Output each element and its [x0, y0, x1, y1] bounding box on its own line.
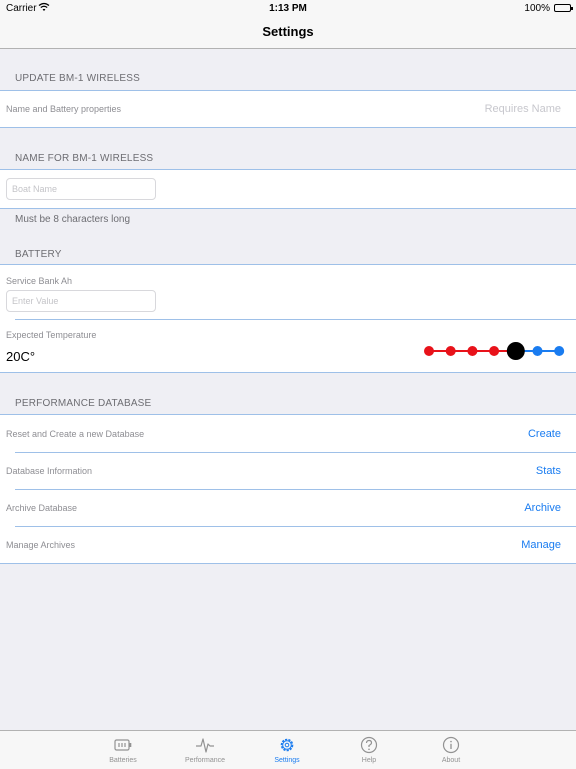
- database-information-row: Database Information Stats: [0, 452, 576, 489]
- battery-percent: 100%: [524, 3, 550, 14]
- status-bar: Carrier 1:13 PM 100%: [0, 0, 576, 18]
- battery-icon: [114, 739, 132, 751]
- requires-name-value: Requires Name: [484, 103, 561, 115]
- tab-performance-label: Performance: [184, 757, 226, 764]
- archive-database-row: Archive Database Archive: [0, 489, 576, 526]
- name-group: [0, 169, 576, 209]
- manage-archives-label: Manage Archives: [6, 540, 76, 550]
- tab-help-label: Help: [361, 757, 377, 764]
- slider-step-dot[interactable]: [424, 346, 434, 356]
- tab-batteries-label: Batteries: [109, 757, 137, 764]
- stats-button[interactable]: Stats: [536, 465, 561, 477]
- update-group: Name and Battery properties Requires Nam…: [0, 90, 576, 128]
- database-information-label: Database Information: [6, 466, 93, 476]
- status-time: 1:13 PM: [269, 3, 307, 14]
- service-bank-label: Service Bank Ah: [6, 276, 73, 286]
- page-title: Settings: [262, 24, 314, 39]
- service-bank-row: Service Bank Ah: [0, 265, 576, 319]
- tab-help[interactable]: Help: [328, 731, 410, 769]
- archive-button[interactable]: Archive: [524, 502, 561, 514]
- section-header-name: NAME FOR BM-1 WIRELESS: [15, 153, 154, 164]
- boat-name-input[interactable]: [6, 178, 156, 200]
- slider-step-dot[interactable]: [467, 346, 478, 356]
- name-length-note: Must be 8 characters long: [15, 214, 131, 225]
- slider-step-dot[interactable]: [554, 346, 565, 356]
- info-icon: [442, 736, 460, 754]
- pulse-icon: [196, 738, 214, 753]
- performance-group: Reset and Create a new Database Create D…: [0, 414, 576, 564]
- manage-archives-row: Manage Archives Manage: [0, 526, 576, 563]
- tab-about[interactable]: About: [410, 731, 492, 769]
- tab-settings[interactable]: Settings: [246, 731, 328, 769]
- create-database-label: Reset and Create a new Database: [6, 429, 145, 439]
- expected-temperature-label: Expected Temperature: [6, 330, 97, 340]
- archive-database-label: Archive Database: [6, 503, 78, 513]
- service-bank-input[interactable]: [6, 290, 156, 312]
- manage-button[interactable]: Manage: [521, 539, 561, 551]
- gear-icon: [280, 738, 294, 752]
- section-header-battery: BATTERY: [15, 249, 62, 260]
- section-header-update: UPDATE BM-1 WIRELESS: [15, 73, 140, 84]
- create-button[interactable]: Create: [528, 428, 561, 440]
- tab-about-label: About: [441, 757, 461, 764]
- slider-step-dot[interactable]: [489, 346, 500, 356]
- tab-performance[interactable]: Performance: [164, 731, 246, 769]
- slider-step-dot[interactable]: [532, 346, 543, 356]
- slider-thumb[interactable]: [506, 342, 525, 360]
- section-header-performance: PERFORMANCE DATABASE: [15, 398, 152, 409]
- help-icon: [360, 736, 378, 754]
- boat-name-row: [0, 170, 576, 208]
- tab-settings-label: Settings: [274, 757, 300, 764]
- status-battery-icon: [554, 4, 573, 12]
- tab-bar: Batteries Performance Settings Help Abou…: [0, 730, 576, 769]
- navigation-bar: Settings: [0, 18, 576, 49]
- slider-step-dot[interactable]: [445, 346, 456, 356]
- battery-group: Service Bank Ah Expected Temperature 20C…: [0, 264, 576, 373]
- update-properties-label: Name and Battery properties: [6, 104, 122, 114]
- tab-batteries[interactable]: Batteries: [82, 731, 164, 769]
- temperature-value: 20C°: [6, 349, 36, 364]
- create-database-row: Reset and Create a new Database Create: [0, 415, 576, 452]
- update-properties-row[interactable]: Name and Battery properties Requires Nam…: [0, 91, 576, 127]
- temperature-slider[interactable]: [420, 341, 570, 361]
- expected-temperature-row: Expected Temperature 20C°: [0, 319, 576, 372]
